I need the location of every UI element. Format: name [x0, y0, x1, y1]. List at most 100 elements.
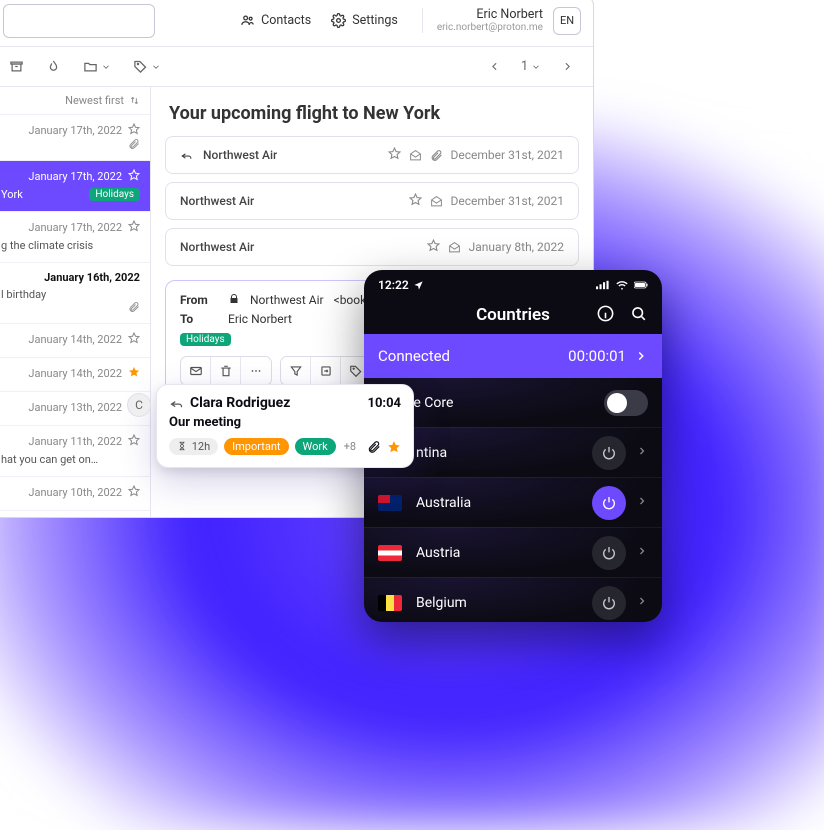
star-button[interactable] [128, 366, 140, 381]
sort-toggle[interactable]: Newest first [0, 87, 150, 115]
reader-unread-button[interactable] [181, 357, 211, 385]
flag-icon [378, 495, 402, 511]
star-button[interactable] [427, 239, 440, 255]
country-details-button[interactable] [636, 595, 648, 611]
list-item[interactable]: January 17th, 2022 [0, 115, 150, 161]
archive-button[interactable] [5, 55, 28, 78]
message-preview-popup[interactable]: C Clara Rodriguez 10:04 Our meeting 12h … [156, 384, 414, 468]
country-row[interactable]: Australia [364, 478, 662, 528]
list-item[interactable]: January 17th, 2022g the climate crisis [0, 212, 150, 263]
list-date: January 13th, 2022 [28, 401, 122, 414]
filter-icon [289, 364, 303, 378]
folder-menu[interactable] [79, 55, 115, 78]
search-input[interactable] [3, 4, 155, 38]
chevron-right-icon [636, 445, 648, 457]
star-icon [128, 220, 140, 232]
list-item[interactable]: January 10th, 2022 [0, 477, 150, 511]
country-row[interactable]: Belgium [364, 578, 662, 622]
star-button[interactable] [128, 434, 140, 449]
star-button[interactable] [128, 169, 140, 184]
user-email: eric.norbert@proton.me [437, 22, 543, 34]
connect-button[interactable] [592, 586, 626, 620]
star-icon [128, 434, 140, 446]
list-item[interactable]: January 14th, 2022 [0, 358, 150, 392]
settings-link[interactable]: Settings [331, 13, 398, 28]
reader-trash-button[interactable] [211, 357, 241, 385]
chevron-right-icon [561, 60, 574, 73]
connect-button[interactable] [592, 536, 626, 570]
chevron-right-icon [636, 595, 648, 607]
lang-switch[interactable]: EN [553, 7, 581, 35]
user-block[interactable]: Eric Norbert eric.norbert@proton.me [422, 8, 543, 34]
thread-row[interactable]: Northwest Air December 31st, 2021 [165, 136, 579, 174]
star-icon [427, 239, 440, 252]
paperclip-icon [128, 301, 140, 313]
star-icon [128, 332, 140, 344]
prev-page-button[interactable] [483, 55, 507, 79]
location-icon [413, 280, 424, 291]
star-button[interactable] [128, 332, 140, 347]
info-button[interactable] [596, 304, 615, 327]
popup-more-count: +8 [344, 440, 356, 453]
status-bar: 12:22 [364, 270, 662, 296]
popup-time: 10:04 [368, 396, 402, 411]
search-button[interactable] [629, 304, 648, 327]
list-item[interactable]: January 17th, 2022York Holidays [0, 161, 150, 212]
connected-banner[interactable]: Connected 00:00:01 [364, 334, 662, 378]
list-date: January 14th, 2022 [28, 333, 122, 346]
secure-core-toggle[interactable] [604, 390, 648, 416]
contacts-icon [240, 13, 255, 28]
contacts-link[interactable]: Contacts [240, 13, 311, 28]
thread-row[interactable]: Northwest Air December 31st, 2021 [165, 182, 579, 220]
chip-important: Important [224, 438, 288, 455]
chevron-left-icon [488, 60, 501, 73]
chevron-down-icon [101, 62, 111, 72]
thread-title: Your upcoming flight to New York [169, 103, 575, 124]
signal-icon [596, 278, 610, 292]
list-item[interactable]: January 16th, 2022l birthday [0, 263, 150, 324]
info-icon [596, 304, 615, 323]
page-menu[interactable]: 1 [517, 55, 545, 78]
power-icon [601, 595, 617, 611]
star-icon [409, 193, 422, 206]
reader-move-button[interactable] [311, 357, 341, 385]
battery-icon [634, 278, 648, 292]
tag-menu[interactable] [129, 55, 165, 78]
thread-date: December 31st, 2021 [451, 148, 564, 162]
country-details-button[interactable] [636, 545, 648, 561]
reader-filter-button[interactable] [281, 357, 311, 385]
next-page-button[interactable] [555, 55, 579, 79]
star-icon [128, 485, 140, 497]
country-details-button[interactable] [636, 495, 648, 511]
settings-text: Settings [352, 13, 398, 28]
inbox-move-icon [319, 364, 333, 378]
message-list: Newest first January 17th, 2022January 1… [0, 87, 151, 517]
thread-sender: Northwest Air [203, 148, 277, 162]
folder-icon [83, 59, 98, 74]
country-row[interactable]: Austria [364, 528, 662, 578]
star-button[interactable] [128, 485, 140, 500]
reader-more-button[interactable] [241, 357, 271, 385]
vpn-title-text: Countries [476, 305, 550, 325]
tag-icon [133, 59, 148, 74]
list-item[interactable]: January 11th, 2022hat you can get on… [0, 426, 150, 477]
contacts-text: Contacts [261, 13, 311, 28]
search-icon [629, 304, 648, 323]
connect-button[interactable] [592, 436, 626, 470]
country-details-button[interactable] [636, 445, 648, 461]
thread-row[interactable]: Northwest Air January 8th, 2022 [165, 228, 579, 266]
list-item[interactable]: January 14th, 2022 [0, 324, 150, 358]
star-button[interactable] [409, 193, 422, 209]
connect-button[interactable] [592, 486, 626, 520]
from-name: Northwest Air [250, 293, 324, 308]
list-date: January 14th, 2022 [28, 367, 122, 380]
flame-icon [46, 59, 61, 74]
chip-work: Work [295, 438, 336, 455]
chevron-right-icon [636, 545, 648, 557]
star-button[interactable] [128, 220, 140, 235]
paperclip-icon [430, 149, 443, 162]
connected-timer: 00:00:01 [568, 347, 626, 365]
star-button[interactable] [388, 147, 401, 163]
spam-button[interactable] [42, 55, 65, 78]
star-button[interactable] [128, 123, 140, 138]
